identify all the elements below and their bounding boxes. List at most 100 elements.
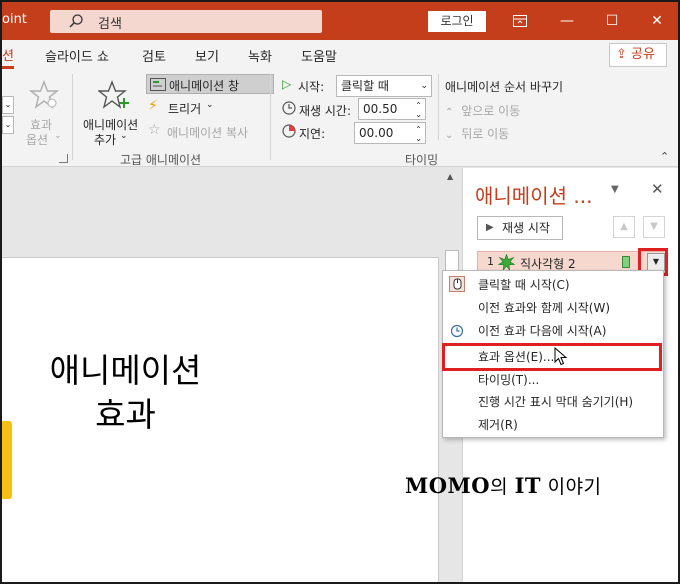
slide-editor: 애니메이션 효과 [2,168,462,582]
login-button[interactable]: 로그인 [428,11,486,32]
chevron-up-icon: ⌃ [445,107,454,118]
move-earlier-button[interactable]: ⌃ 앞으로 이동 [445,102,545,120]
app-window: oint 검색 로그인 — ☐ ✕ 션 슬라이드 쇼 검토 보기 녹화 도움말 … [0,0,680,584]
start-value: 클릭할 때 [341,79,389,93]
effect-options-icon [29,80,59,109]
maximize-button[interactable]: ☐ [602,11,622,31]
watermark-part2: 의 [490,476,515,498]
delay-value: 00.00 [359,126,394,140]
move-later-button[interactable]: ⌄ 뒤로 이동 [445,125,545,143]
app-name: oint [2,12,27,27]
share-label: 공유 [631,47,655,62]
menu-item-start-after-previous[interactable]: 이전 효과 다음에 시작(A) [478,321,606,341]
clock-icon [450,324,464,338]
animation-pane-button[interactable]: 애니메이션 창 [146,74,274,94]
search-placeholder: 검색 [98,17,122,32]
close-icon[interactable]: ✕ [651,180,664,198]
separator [438,74,439,140]
separator [270,74,271,160]
ribbon-tabs: 션 슬라이드 쇼 검토 보기 녹화 도움말 ⇪ 공유 [2,40,678,70]
animation-painter-label: 애니메이션 복사 [167,126,249,140]
chevron-down-icon: ⌄ [206,100,214,110]
play-from-button[interactable]: ▶ 재생 시작 [477,216,563,240]
trigger-button[interactable]: ⚡ 트리거 ⌄ [148,98,228,118]
reorder-title: 애니메이션 순서 바꾸기 [445,80,564,94]
move-down-button[interactable]: ▼ [643,216,665,238]
chevron-down-icon: ⌄ [120,131,128,141]
add-animation-label-2: 추가 [94,133,117,147]
chevron-down-icon: ⌄ [445,130,454,141]
timeline-bar [622,256,630,268]
pane-options-icon[interactable]: ▼ [611,184,619,195]
duration-value: 00.50 [363,102,398,116]
menu-item-start-on-click[interactable]: 클릭할 때 시작(C) [478,275,570,295]
share-icon: ⇪ [616,47,627,62]
ribbon-body: ⌄ ⌄ 효과 옵션 ⌄ 애니메이션 추가 ⌄ 애니메이션 창 ⚡ 트리거 ⌄ ☆… [2,70,678,167]
ribbon-display-options-icon[interactable] [510,11,530,31]
slide-title-line-1[interactable]: 애니메이션 [2,350,249,392]
animation-painter-icon: ☆ [148,122,161,138]
duration-field[interactable]: 00.50 ⌃ ⌄ [358,98,426,120]
slide-canvas[interactable]: 애니메이션 효과 [2,257,439,582]
watermark: MOMO의 IT 이야기 [405,472,602,499]
menu-item-start-with-previous[interactable]: 이전 효과와 함께 시작(W) [478,298,610,318]
menu-item-hide-timeline[interactable]: 진행 시간 표시 막대 숨기기(H) [478,392,633,412]
share-button[interactable]: ⇪ 공유 [609,43,667,67]
play-triangle-icon: ▷ [282,77,292,91]
tab-animations[interactable]: 션 [2,45,14,69]
watermark-part3: 이야기 [541,476,602,498]
chevron-down-icon: ⌄ [420,81,428,91]
tab-review[interactable]: 검토 [142,46,166,65]
minimize-button[interactable]: — [557,11,577,31]
delay-label: 지연: [299,127,326,141]
title-bar: oint 검색 로그인 — ☐ ✕ [2,2,678,40]
animation-pane-label: 애니메이션 창 [169,79,240,93]
effect-options-label-2: 옵션 [26,133,49,147]
pane-title: 애니메이션 ... [475,184,593,208]
close-button[interactable]: ✕ [647,11,667,31]
chevron-down-icon: ⌄ [54,131,62,141]
start-label: 시작: [298,80,325,94]
timing-group-label: 타이밍 [405,153,439,167]
animation-pane-icon [150,78,166,91]
start-select[interactable]: 클릭할 때 ⌄ [336,75,432,97]
play-label: 재생 시작 [502,221,550,235]
tab-record[interactable]: 녹화 [248,46,272,65]
menu-item-timing[interactable]: 타이밍(T)... [478,370,539,390]
add-animation-button[interactable]: 애니메이션 추가 ⌄ [80,76,142,147]
spin-down-icon[interactable]: ⌄ [415,129,422,149]
delay-clock-icon [282,124,296,138]
separator [72,74,73,160]
search-box[interactable]: 검색 [50,10,322,33]
trigger-label: 트리거 [168,102,202,116]
advanced-animation-group-label: 고급 애니메이션 [120,153,202,167]
effect-options-button[interactable]: 효과 옵션 ⌄ [24,76,64,147]
move-up-button[interactable]: ▲ [613,216,635,238]
animation-painter-button[interactable]: ☆ 애니메이션 복사 [148,122,266,142]
lightning-icon: ⚡ [148,98,158,114]
scroll-up-icon[interactable]: ▲ [447,172,453,181]
tab-help[interactable]: 도움말 [301,46,337,65]
watermark-brand: MOMO [405,473,491,498]
search-icon [69,14,83,28]
collapse-ribbon-icon[interactable]: ⌃ [660,150,669,163]
dialog-launcher-icon[interactable] [59,154,68,163]
item-number: 1 [487,255,494,268]
add-animation-star-icon [98,80,129,109]
duration-label: 재생 시간: [299,104,352,118]
move-later-label: 뒤로 이동 [461,127,510,141]
effects-more[interactable]: ⌄ [2,116,14,134]
highlight-effect-options-box [442,343,662,371]
clock-icon [282,101,296,115]
play-icon: ▶ [486,222,494,233]
tab-view[interactable]: 보기 [195,46,219,65]
move-earlier-label: 앞으로 이동 [461,104,521,118]
tab-slide-show[interactable]: 슬라이드 쇼 [45,46,109,65]
yellow-shape[interactable] [2,421,12,499]
delay-field[interactable]: 00.00 ⌃ ⌄ [354,122,426,144]
effects-scroll-up[interactable]: ⌄ [2,96,14,114]
slide-title-line-2[interactable]: 효과 [2,394,249,436]
menu-item-remove[interactable]: 제거(R) [478,415,518,435]
mouse-click-icon [449,276,465,292]
effect-burst-icon [498,254,515,271]
